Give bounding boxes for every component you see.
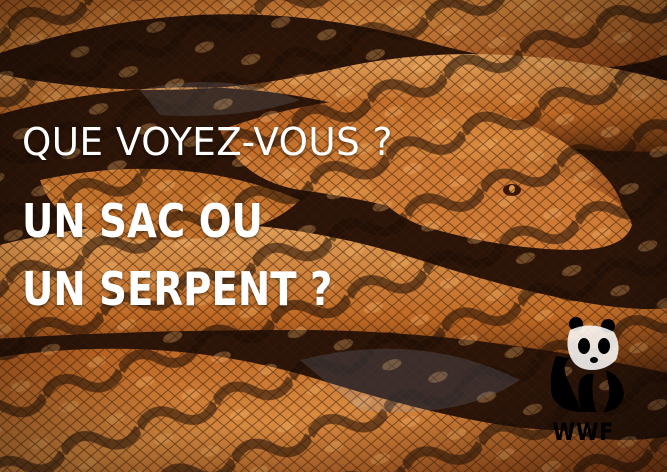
wwf-logo: WWF: [546, 316, 630, 446]
wwf-wordmark: WWF: [552, 418, 615, 446]
panda-icon: [550, 317, 624, 412]
headline-line-bag: UN SAC OU: [22, 194, 263, 248]
headline-line-snake: UN SERPENT ?: [22, 262, 333, 316]
ad-visual: QUE VOYEZ-VOUS ? UN SAC OU UN SERPENT ? …: [0, 0, 667, 472]
headline-question: QUE VOYEZ-VOUS ?: [22, 120, 393, 164]
